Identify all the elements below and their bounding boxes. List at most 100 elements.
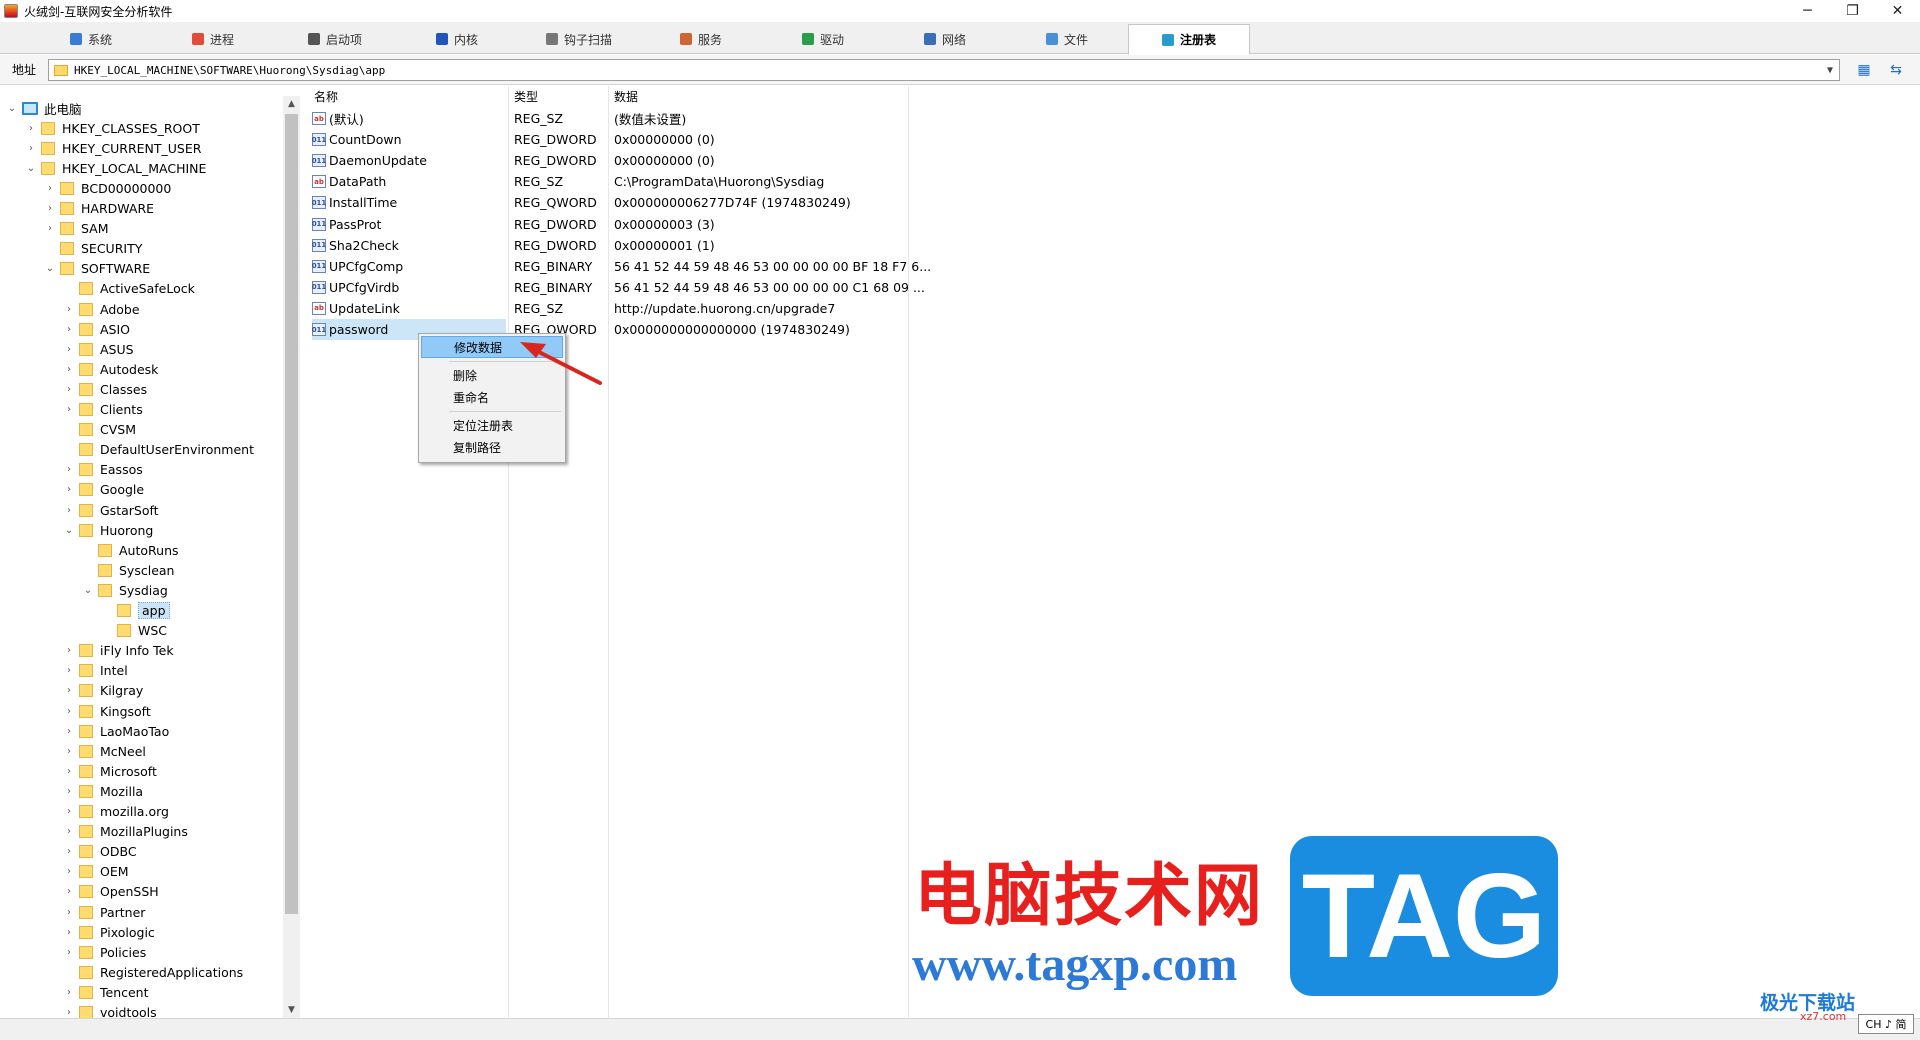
tree-item[interactable]: › Intel [63, 661, 128, 681]
tree-item[interactable]: › Mozilla [63, 781, 143, 801]
tree-item[interactable]: › BCD00000000 [44, 178, 171, 198]
tree-item[interactable]: › Pixologic [63, 922, 155, 942]
tab-4[interactable]: 钩子扫描 [518, 24, 640, 54]
expand-chevron-icon[interactable]: › [63, 706, 75, 717]
column-header-type[interactable]: 类型 [508, 86, 608, 106]
tab-0[interactable]: 系统 [30, 24, 152, 54]
tree-item[interactable]: SECURITY [44, 239, 142, 259]
expand-chevron-icon[interactable]: › [25, 143, 37, 154]
tree-item[interactable]: › ASIO [63, 319, 130, 339]
tree-scroll-thumb[interactable] [285, 114, 298, 914]
tab-5[interactable]: 服务 [640, 24, 762, 54]
tab-3[interactable]: 内核 [396, 24, 518, 54]
expand-chevron-icon[interactable]: › [63, 846, 75, 857]
expand-chevron-icon[interactable]: › [63, 645, 75, 656]
expand-chevron-icon[interactable]: › [63, 886, 75, 897]
expand-chevron-icon[interactable]: › [44, 223, 56, 234]
tree-item[interactable]: ActiveSafeLock [63, 279, 195, 299]
tree-item[interactable]: ⌄ Huorong [63, 520, 154, 540]
tree-item[interactable]: › Classes [63, 379, 147, 399]
tree-item[interactable]: › Tencent [63, 982, 149, 1002]
tree-item[interactable]: › Adobe [63, 299, 140, 319]
expand-chevron-icon[interactable]: › [63, 907, 75, 918]
tree-item[interactable]: › Policies [63, 942, 146, 962]
tree-item[interactable]: WSC [101, 621, 167, 641]
menu-item-locate-registry[interactable]: 定位注册表 [421, 414, 563, 436]
tree-item[interactable]: › LaoMaoTao [63, 721, 169, 741]
expand-chevron-icon[interactable]: › [63, 665, 75, 676]
registry-value-row[interactable]: 011 PassProt REG_DWORD 0x00000003 (3) [308, 214, 908, 235]
expand-chevron-icon[interactable]: › [63, 987, 75, 998]
registry-value-row[interactable]: 011 Sha2Check REG_DWORD 0x00000001 (1) [308, 235, 908, 256]
tree-item[interactable]: › ASUS [63, 339, 134, 359]
tree-item[interactable]: DefaultUserEnvironment [63, 440, 254, 460]
tree-item[interactable]: › iFly Info Tek [63, 641, 174, 661]
expand-chevron-icon[interactable]: › [25, 123, 37, 134]
expand-chevron-icon[interactable]: › [63, 1007, 75, 1018]
tree-item[interactable]: › Kilgray [63, 681, 143, 701]
tab-6[interactable]: 驱动 [762, 24, 884, 54]
menu-item-delete[interactable]: 删除 [421, 364, 563, 386]
menu-item-modify-data[interactable]: 修改数据 [421, 336, 563, 358]
expand-chevron-icon[interactable]: › [63, 324, 75, 335]
expand-chevron-icon[interactable]: › [63, 947, 75, 958]
column-header-name[interactable]: 名称 [308, 86, 508, 106]
expand-chevron-icon[interactable]: › [63, 344, 75, 355]
tree-item[interactable]: ⌄ SOFTWARE [44, 259, 150, 279]
expand-chevron-icon[interactable]: › [63, 766, 75, 777]
address-input[interactable]: HKEY_LOCAL_MACHINE\SOFTWARE\Huorong\Sysd… [48, 59, 1840, 81]
expand-chevron-icon[interactable]: › [63, 786, 75, 797]
tree-item[interactable]: › Eassos [63, 460, 143, 480]
tree-item[interactable]: › voidtools [63, 1003, 157, 1018]
expand-chevron-icon[interactable]: › [63, 364, 75, 375]
tree-item[interactable]: › HKEY_CURRENT_USER [25, 138, 201, 158]
tree-scrollbar[interactable]: ▲ ▼ [283, 96, 300, 1018]
tree-item[interactable]: ⌄ Sysdiag [82, 580, 168, 600]
tree-item[interactable]: RegisteredApplications [63, 962, 243, 982]
tree-item[interactable]: CVSM [63, 420, 136, 440]
tree-item[interactable]: › Kingsoft [63, 701, 151, 721]
menu-item-rename[interactable]: 重命名 [421, 386, 563, 408]
tab-1[interactable]: 进程 [152, 24, 274, 54]
collapse-chevron-icon[interactable]: ⌄ [25, 163, 37, 174]
expand-chevron-icon[interactable]: › [63, 304, 75, 315]
collapse-chevron-icon[interactable]: ⌄ [82, 585, 94, 596]
tab-7[interactable]: 网络 [884, 24, 1006, 54]
tree-item[interactable]: › MozillaPlugins [63, 822, 188, 842]
tree-item[interactable]: › Google [63, 480, 144, 500]
tree-item[interactable]: › Partner [63, 902, 145, 922]
registry-value-row[interactable]: ab (默认) REG_SZ (数值未设置) [308, 108, 908, 129]
maximize-button[interactable]: ❐ [1830, 0, 1875, 22]
registry-jump-icon[interactable]: ▦ [1854, 61, 1874, 79]
tree-root-this-pc[interactable]: ⌄ 此电脑 [6, 98, 82, 118]
tree-item[interactable]: › SAM [44, 219, 109, 239]
tree-item[interactable]: Sysclean [82, 560, 174, 580]
registry-value-row[interactable]: 011 UPCfgComp REG_BINARY 56 41 52 44 59 48 … [308, 256, 931, 277]
registry-value-row[interactable]: 011 CountDown REG_DWORD 0x00000000 (0) [308, 129, 908, 150]
expand-chevron-icon[interactable]: › [63, 746, 75, 757]
collapse-chevron-icon[interactable]: ⌄ [6, 103, 18, 114]
registry-value-row[interactable]: ab DataPath REG_SZ C:\ProgramData\Huorong\S… [308, 171, 908, 192]
tree-item[interactable]: AutoRuns [82, 540, 179, 560]
expand-chevron-icon[interactable]: › [63, 866, 75, 877]
registry-value-row[interactable]: 011 InstallTime REG_QWORD 0x000000006277D74… [308, 192, 908, 213]
tree-item[interactable]: › OEM [63, 862, 129, 882]
expand-chevron-icon[interactable]: › [63, 484, 75, 495]
column-header-data[interactable]: 数据 [608, 86, 908, 106]
registry-value-row[interactable]: 011 password REG_QWORD 0x0000000000000000 (… [308, 319, 908, 340]
tree-item[interactable]: › Microsoft [63, 761, 157, 781]
ime-indicator[interactable]: CH ♪ 简 [1858, 1014, 1914, 1034]
refresh-icon[interactable]: ⇆ [1886, 61, 1906, 79]
collapse-chevron-icon[interactable]: ⌄ [63, 525, 75, 536]
expand-chevron-icon[interactable]: › [63, 464, 75, 475]
tree-item[interactable]: › mozilla.org [63, 802, 169, 822]
expand-chevron-icon[interactable]: › [63, 726, 75, 737]
tree-item[interactable]: ⌄ HKEY_LOCAL_MACHINE [25, 158, 207, 178]
tree-item[interactable]: › GstarSoft [63, 500, 159, 520]
close-button[interactable]: ✕ [1875, 0, 1920, 22]
menu-item-copy-path[interactable]: 复制路径 [421, 436, 563, 458]
expand-chevron-icon[interactable]: › [63, 404, 75, 415]
expand-chevron-icon[interactable]: › [44, 203, 56, 214]
expand-chevron-icon[interactable]: › [63, 505, 75, 516]
collapse-chevron-icon[interactable]: ⌄ [44, 263, 56, 274]
